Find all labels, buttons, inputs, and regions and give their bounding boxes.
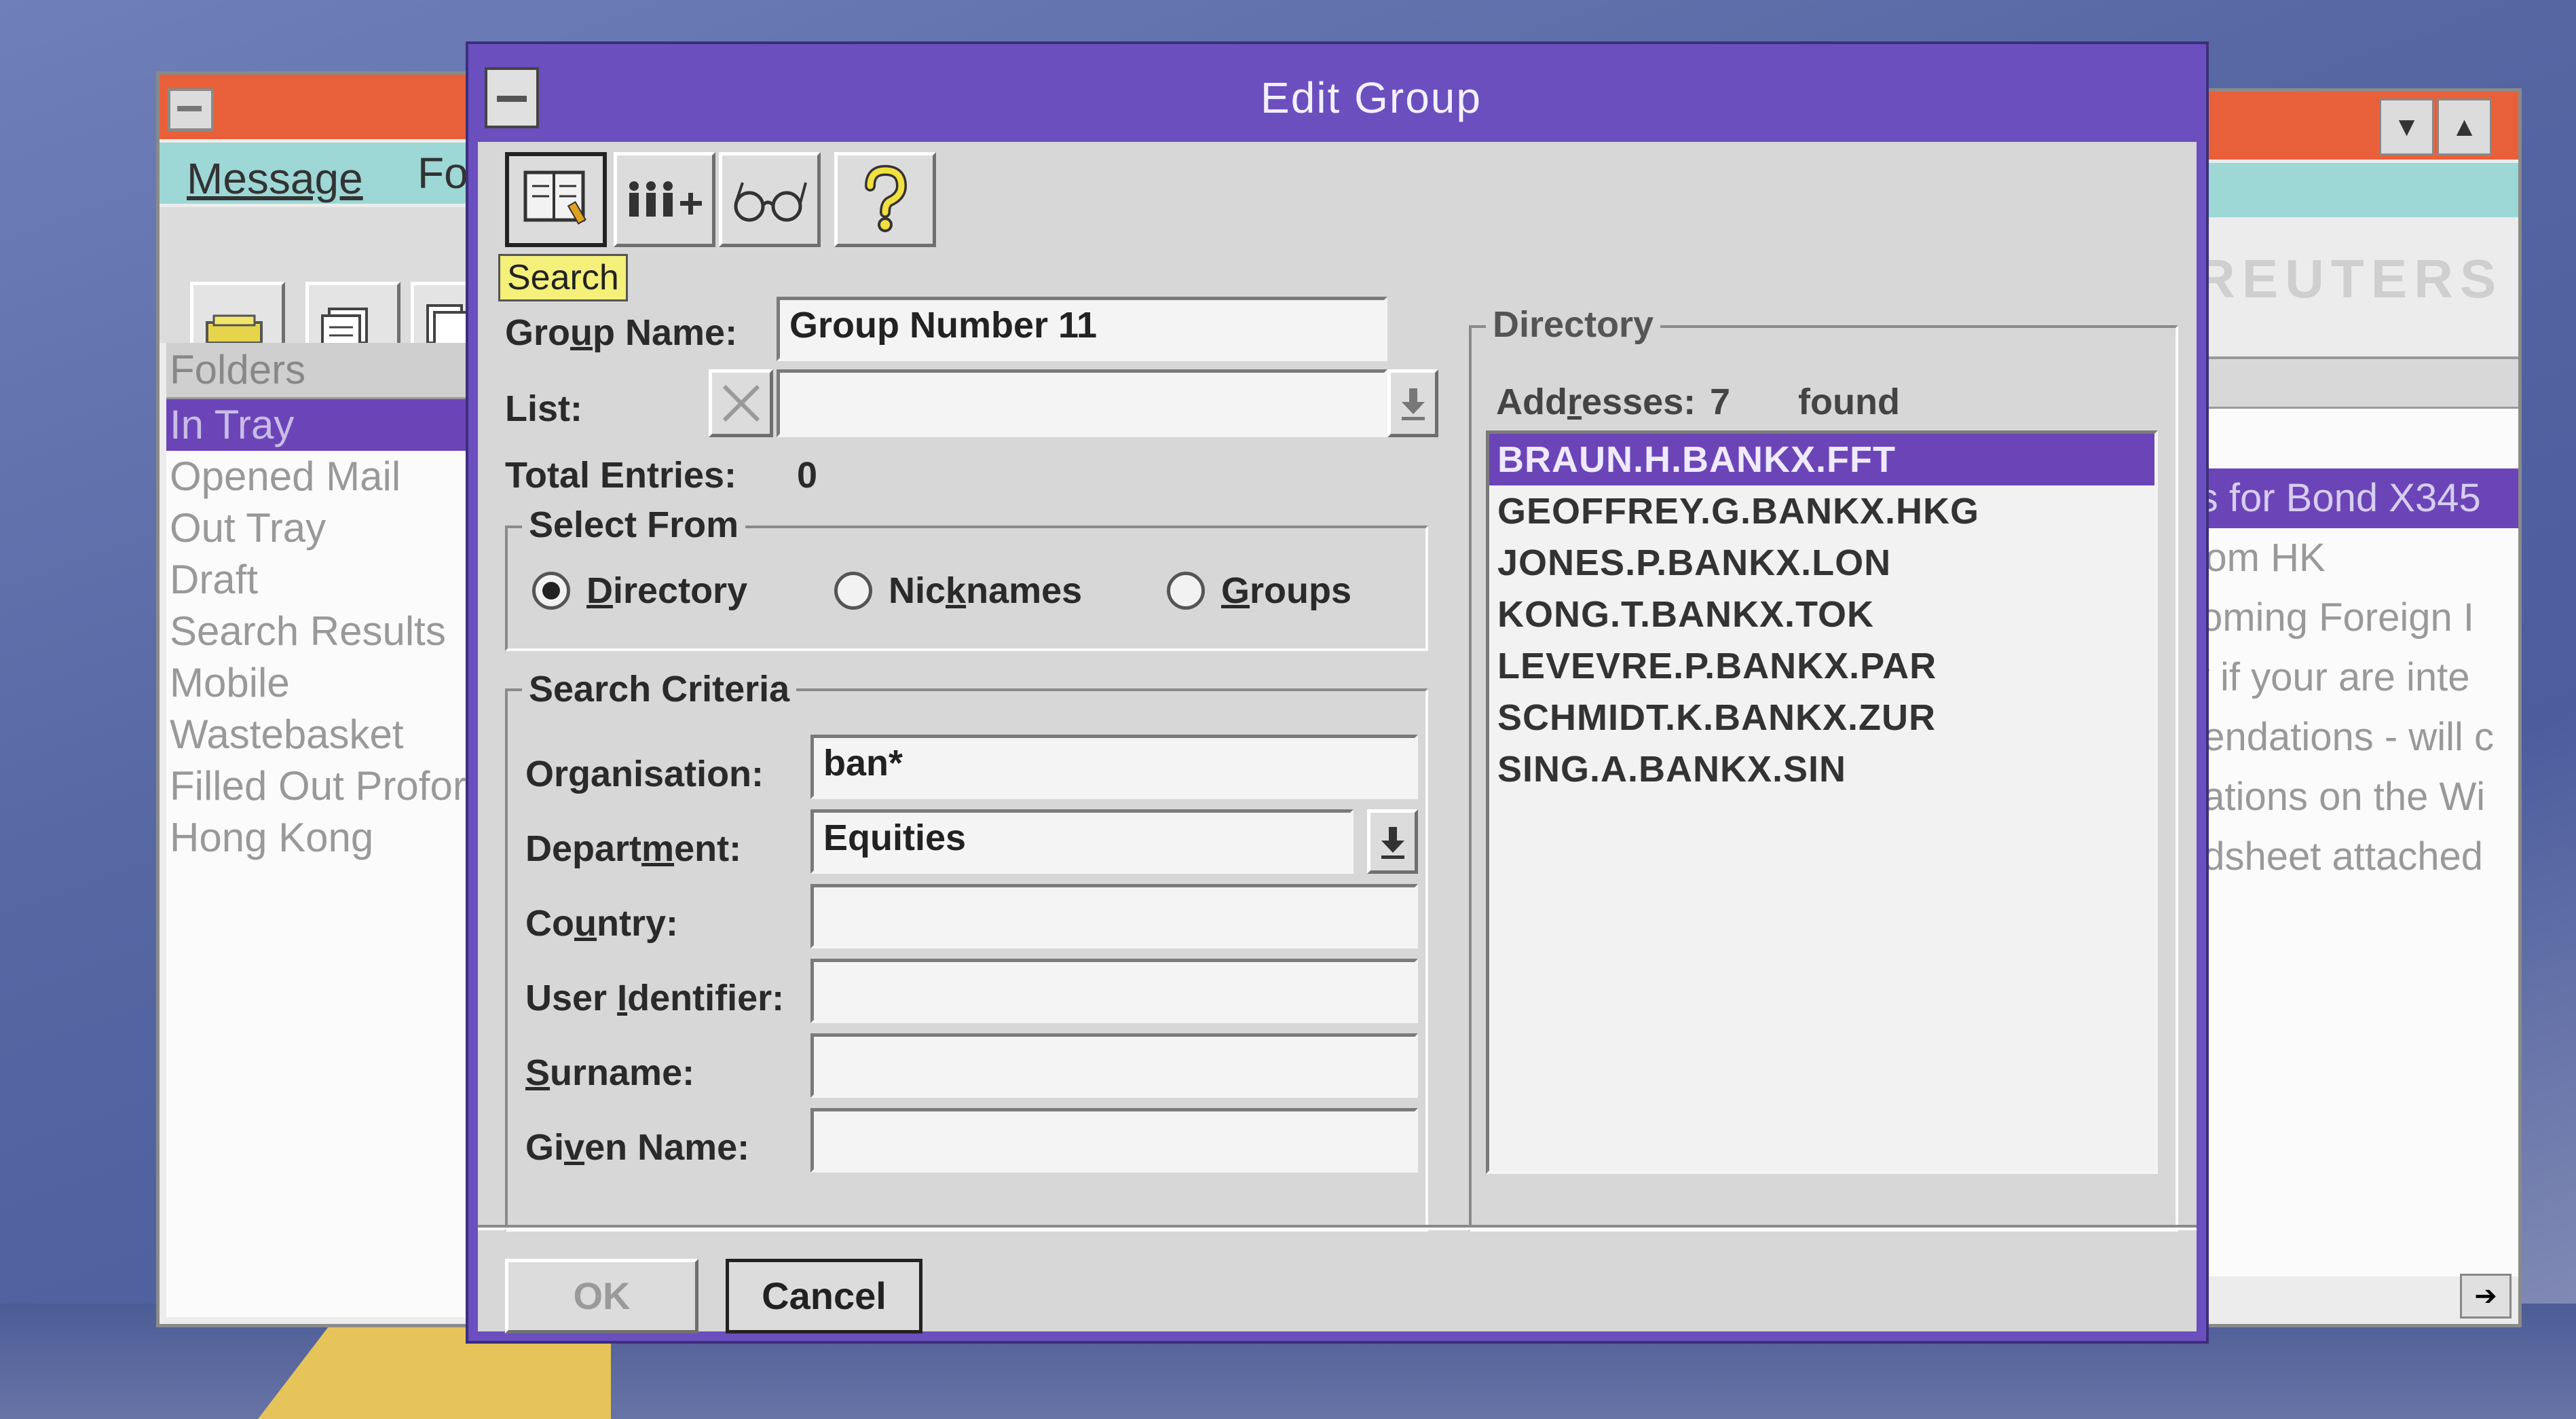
search-tooltip: Search: [498, 254, 628, 301]
arrow-right-icon: ➔: [2474, 1281, 2497, 1311]
message-row[interactable]: p: [2176, 409, 2518, 468]
department-label: Department:: [525, 828, 742, 869]
folder-item[interactable]: Filled Out Profor: [166, 760, 485, 812]
directory-title: Directory: [1486, 303, 1661, 346]
directory-item[interactable]: KONG.T.BANKX.TOK: [1489, 589, 2154, 640]
view-details-button[interactable]: [719, 152, 821, 247]
directory-item[interactable]: GEOFFREY.G.BANKX.HKG: [1489, 485, 2154, 537]
message-row[interactable]: coming Foreign I: [2176, 588, 2518, 648]
dialog-titlebar[interactable]: Edit Group: [478, 54, 2197, 142]
user-identifier-label: User Identifier:: [525, 978, 785, 1018]
message-list-window-background[interactable]: ▼ ▲ REUTERS p ils for Bond X345 from HK …: [2172, 88, 2522, 1327]
search-criteria-title: Search Criteria: [522, 668, 797, 710]
message-row[interactable]: nendations - will c: [2176, 707, 2518, 767]
given-name-label: Given Name:: [525, 1127, 750, 1168]
addresses-count: 7: [1710, 382, 1731, 422]
search-directory-button[interactable]: [505, 152, 607, 247]
cancel-button[interactable]: Cancel: [726, 1259, 922, 1333]
chevron-down-icon: [1381, 826, 1404, 859]
message-list[interactable]: p ils for Bond X345 from HK coming Forei…: [2176, 356, 2518, 1276]
glasses-icon: [734, 182, 807, 222]
radio-directory[interactable]: Directory: [532, 570, 747, 612]
directory-item[interactable]: BRAUN.H.BANKX.FFT: [1489, 434, 2154, 485]
button-separator: [478, 1225, 2197, 1230]
message-row[interactable]: adsheet attached: [2176, 827, 2518, 887]
directory-item[interactable]: SING.A.BANKX.SIN: [1489, 743, 2154, 795]
help-icon: [865, 164, 908, 232]
folders-header: Folders: [166, 343, 485, 399]
chevron-up-icon: ▲: [2450, 112, 2478, 142]
message-row[interactable]: w if your are inte: [2176, 648, 2518, 707]
radio-groups[interactable]: Groups: [1167, 570, 1351, 612]
add-people-icon: [629, 181, 702, 217]
directory-list[interactable]: BRAUN.H.BANKX.FFT GEOFFREY.G.BANKX.HKG J…: [1486, 430, 2158, 1174]
scroll-right-button[interactable]: ➔: [2460, 1274, 2512, 1319]
department-select[interactable]: Equities: [810, 809, 1354, 874]
address-book-icon: [523, 170, 586, 225]
chevron-down-icon: ▼: [2393, 112, 2421, 142]
folder-item[interactable]: Out Tray: [166, 502, 485, 554]
system-menu-icon[interactable]: [168, 88, 214, 131]
folder-item[interactable]: Search Results: [166, 606, 485, 657]
select-from-title: Select From: [522, 504, 746, 546]
message-row[interactable]: from HK: [2176, 528, 2518, 588]
surname-input[interactable]: [810, 1033, 1418, 1098]
radio-selected-icon: [532, 572, 570, 610]
edit-group-dialog: Edit Group Search Group Name: Group Numb…: [468, 44, 2206, 1341]
list-dropdown-button[interactable]: [1387, 369, 1438, 437]
list-select[interactable]: [777, 369, 1387, 437]
user-identifier-input[interactable]: [810, 959, 1418, 1023]
maximize-button[interactable]: ▲: [2437, 98, 2492, 155]
addresses-found-label: found: [1798, 382, 1900, 422]
list-label: List:: [505, 388, 582, 429]
folder-item[interactable]: Hong Kong: [166, 812, 485, 864]
country-input[interactable]: [810, 884, 1418, 948]
message-list-header: [2176, 359, 2518, 409]
organisation-label: Organisation:: [525, 754, 764, 794]
ok-button[interactable]: OK: [505, 1259, 698, 1333]
chevron-down-icon: [1401, 388, 1425, 420]
help-button[interactable]: [834, 152, 936, 247]
menu-fo[interactable]: Fo: [417, 148, 468, 198]
clear-list-button[interactable]: [709, 369, 773, 437]
country-label: Country:: [525, 903, 678, 944]
message-row[interactable]: ils for Bond X345: [2176, 468, 2518, 528]
mail-window-titlebar[interactable]: [160, 75, 485, 139]
folder-item[interactable]: Wastebasket: [166, 709, 485, 760]
brand-logo: REUTERS: [2196, 248, 2503, 309]
total-entries-label: Total Entries:: [505, 455, 737, 496]
mail-window-background[interactable]: Message Fo Folders In Tray Opened Mail O…: [156, 71, 492, 1327]
folder-list[interactable]: Folders In Tray Opened Mail Out Tray Dra…: [166, 343, 485, 1317]
directory-item[interactable]: SCHMIDT.K.BANKX.ZUR: [1489, 692, 2154, 743]
total-entries-value: 0: [797, 455, 818, 496]
radio-empty-icon: [1167, 572, 1205, 610]
folder-item[interactable]: Draft: [166, 554, 485, 606]
dialog-title: Edit Group: [1261, 73, 1482, 122]
menu-bar: [2176, 163, 2518, 217]
system-menu-icon[interactable]: [485, 67, 539, 128]
radio-empty-icon: [834, 572, 872, 610]
directory-item[interactable]: JONES.P.BANKX.LON: [1489, 537, 2154, 589]
add-members-button[interactable]: [614, 152, 715, 247]
message-window-titlebar[interactable]: ▼ ▲: [2176, 92, 2518, 160]
group-name-label: Group Name:: [505, 312, 738, 353]
minimize-button[interactable]: ▼: [2379, 98, 2434, 155]
folder-item[interactable]: In Tray: [166, 399, 485, 451]
mail-toolbar: [160, 207, 492, 377]
radio-nicknames[interactable]: Nicknames: [834, 570, 1082, 612]
folder-item[interactable]: Opened Mail: [166, 451, 485, 502]
addresses-label: Addresses:: [1496, 382, 1696, 422]
folder-item[interactable]: Mobile: [166, 657, 485, 709]
menu-bar: Message Fo: [160, 143, 485, 204]
given-name-input[interactable]: [810, 1108, 1418, 1173]
organisation-input[interactable]: ban*: [810, 735, 1418, 799]
directory-item[interactable]: LEVEVRE.P.BANKX.PAR: [1489, 640, 2154, 692]
department-dropdown-button[interactable]: [1367, 809, 1418, 874]
surname-label: Surname:: [525, 1052, 695, 1093]
message-row[interactable]: dations on the Wi: [2176, 767, 2518, 827]
close-icon: [722, 384, 760, 422]
group-name-input[interactable]: Group Number 11: [777, 297, 1387, 361]
